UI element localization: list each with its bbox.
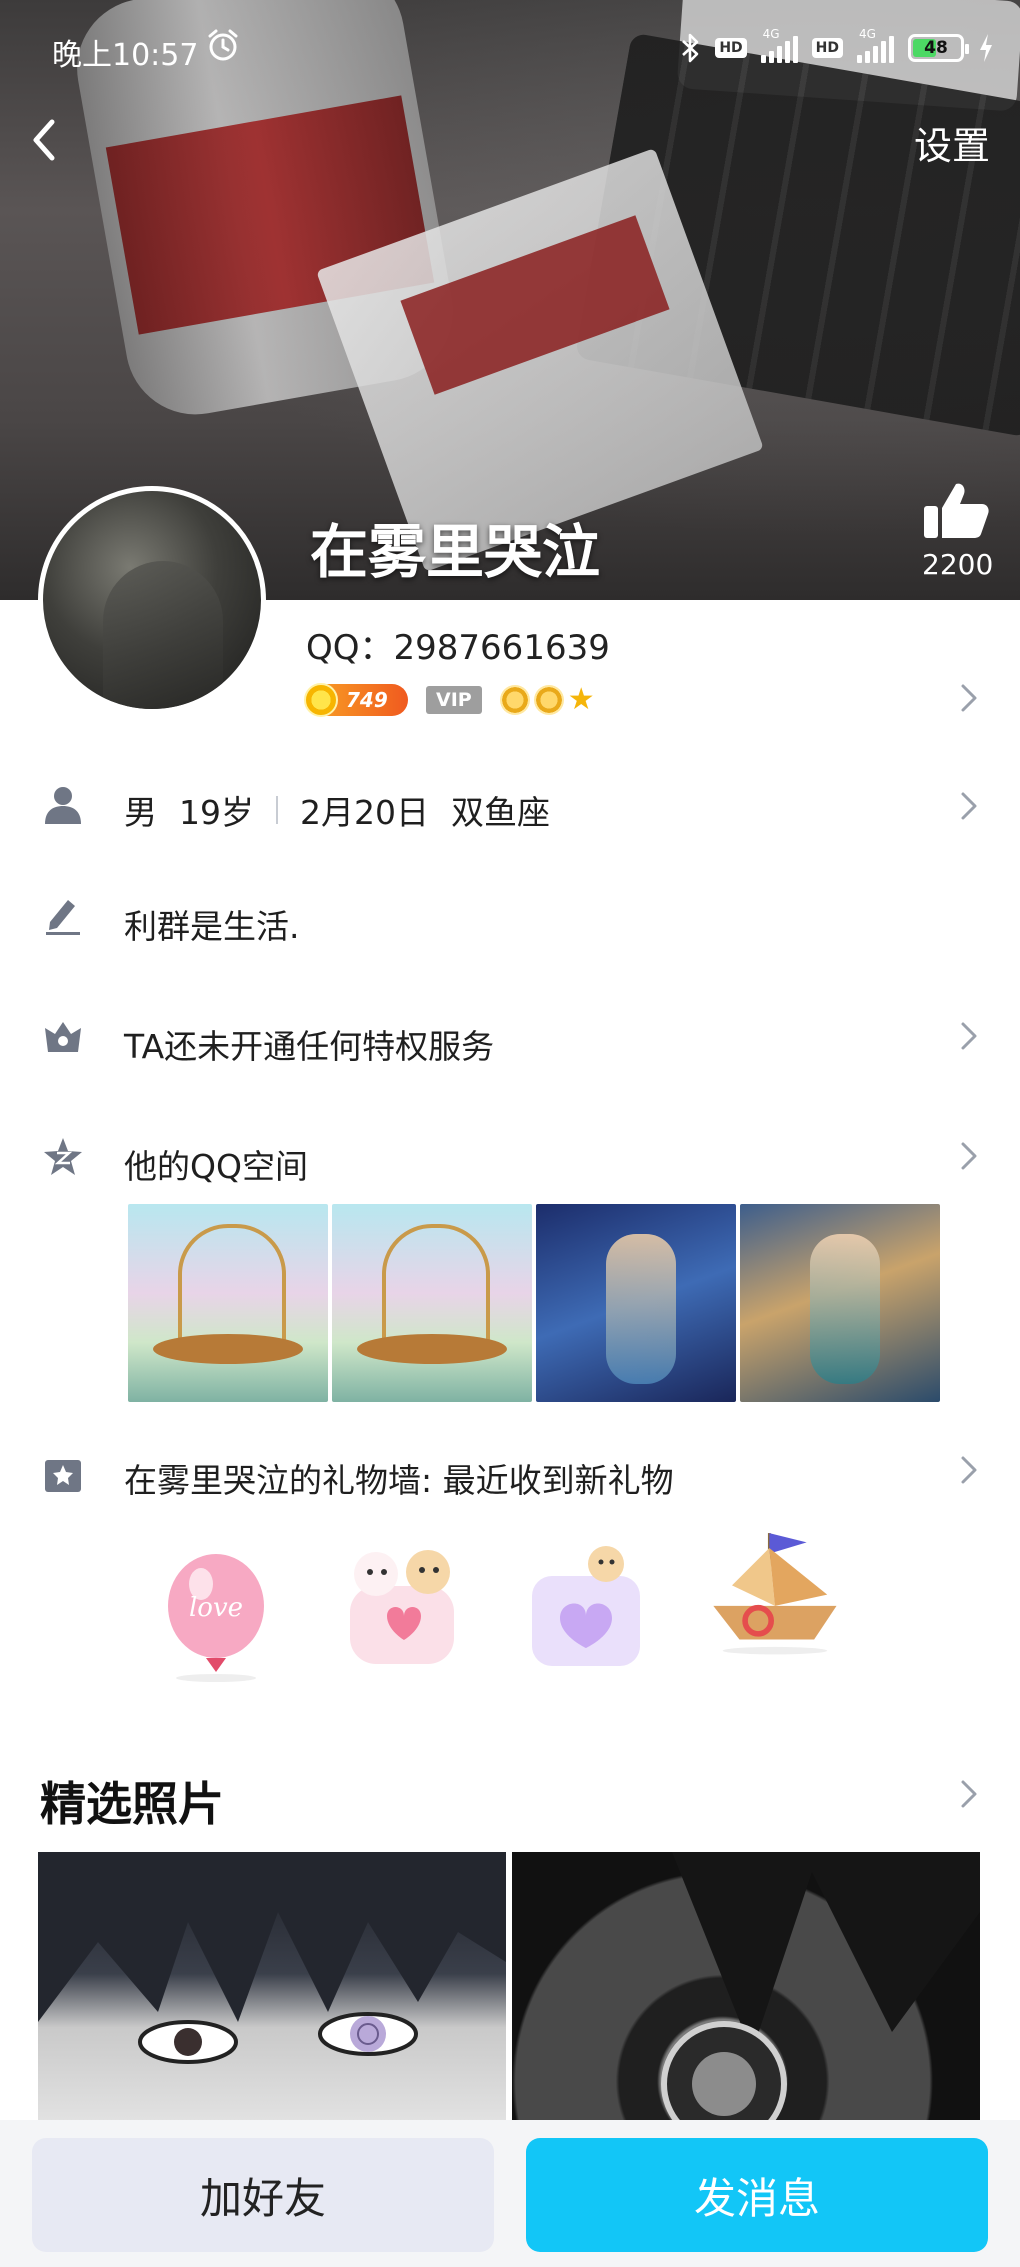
person-icon — [45, 787, 81, 824]
zodiac-text: 双鱼座 — [451, 793, 550, 832]
level-icons: ★ — [499, 682, 598, 717]
qq-number: QQ：2987661639 — [306, 628, 610, 668]
thumbnail-base-shape — [357, 1334, 507, 1364]
paper-boat-gift-icon[interactable] — [704, 1520, 844, 1660]
qzone-row[interactable]: 他的QQ空间 — [0, 1118, 1020, 1208]
signal-strength-icon: 4G — [760, 27, 798, 63]
bear-cushion-gift-icon[interactable] — [332, 1536, 472, 1676]
featured-photos-title: 精选照片 — [40, 1777, 224, 1831]
chevron-right-icon — [961, 1456, 977, 1484]
chevron-right-icon — [961, 792, 977, 820]
chevron-right-icon — [961, 1142, 977, 1170]
birthday-text: 2月20日 — [300, 793, 429, 832]
qzone-star-icon — [44, 1138, 82, 1175]
pencil-icon — [46, 900, 80, 935]
alarm-icon — [208, 29, 238, 61]
coin-level-badge: 749 — [304, 683, 408, 717]
status-time: 晚上10:57 — [52, 38, 199, 73]
sun-level-icon — [499, 685, 530, 715]
hd-badge: HD — [715, 38, 747, 58]
featured-photo-art — [38, 1852, 506, 2064]
star-level-icon: ★ — [567, 682, 595, 717]
thumbnail-base-shape — [153, 1334, 303, 1364]
featured-photo[interactable] — [512, 1852, 980, 2122]
privilege-row[interactable]: TA还未开通任何特权服务 — [0, 996, 1020, 1086]
balloon-gift-icon[interactable]: love — [146, 1544, 286, 1684]
signal-strength-icon-2: 4G — [857, 27, 894, 63]
gift-wall-row[interactable]: 在雾里哭泣的礼物墙: 最近收到新礼物 — [0, 1432, 1020, 1522]
crown-icon — [45, 1022, 81, 1052]
gift-list: love — [0, 1533, 1020, 1686]
age-text: 19岁 — [179, 793, 254, 832]
chevron-right-icon — [961, 1022, 977, 1050]
thumbnail-cage-shape — [178, 1224, 286, 1352]
bluetooth-icon — [682, 33, 699, 63]
network-type-label-2: 4G — [859, 27, 876, 41]
send-message-button[interactable]: 发消息 — [526, 2138, 988, 2252]
qzone-thumbnails[interactable] — [128, 1204, 940, 1402]
sun-level-icon — [533, 685, 564, 715]
signature-text: 利群是生活. — [124, 907, 300, 946]
like-count: 2200 — [922, 548, 994, 581]
chevron-right-icon[interactable] — [958, 682, 980, 714]
hd-badge-2: HD — [811, 38, 843, 58]
qzone-thumbnail[interactable] — [332, 1204, 532, 1402]
profile-nickname: 在雾里哭泣 — [310, 518, 601, 586]
chevron-right-icon[interactable] — [958, 1778, 980, 1810]
basic-info-text: 男 19岁 2月20日 双鱼座 — [124, 786, 550, 834]
charging-icon — [980, 34, 992, 62]
thumbs-up-icon[interactable] — [920, 480, 992, 542]
qzone-thumbnail[interactable] — [536, 1204, 736, 1402]
network-type-label: 4G — [762, 27, 780, 41]
battery-icon: 48 — [908, 34, 969, 62]
thumbnail-figure-shape — [606, 1234, 676, 1384]
heart-box-gift-icon[interactable] — [516, 1536, 656, 1676]
gift-icon — [45, 1460, 81, 1492]
coin-level-number: 749 — [346, 688, 388, 712]
gender-text: 男 — [124, 793, 157, 832]
featured-photo[interactable] — [38, 1852, 506, 2122]
level-badges[interactable]: 749 VIP ★ — [304, 680, 598, 720]
privilege-text: TA还未开通任何特权服务 — [124, 1027, 495, 1066]
balloon-love-text: love — [189, 1593, 243, 1623]
settings-button[interactable]: 设置 — [914, 115, 990, 170]
back-arrow-icon[interactable] — [20, 110, 70, 170]
info-divider — [276, 796, 278, 824]
status-icons: HD 4G HD 4G 48 — [679, 27, 994, 68]
qzone-text: 他的QQ空间 — [124, 1147, 308, 1186]
signature-row[interactable]: 利群是生活. — [0, 876, 1020, 966]
thumbnail-cage-shape — [382, 1224, 490, 1352]
basic-info-row[interactable]: 男 19岁 2月20日 双鱼座 — [0, 768, 1020, 858]
qzone-thumbnail[interactable] — [740, 1204, 940, 1402]
featured-photo-art — [512, 1852, 980, 2122]
add-friend-button[interactable]: 加好友 — [32, 2138, 494, 2252]
vip-badge: VIP — [426, 686, 482, 714]
gift-wall-text: 在雾里哭泣的礼物墙: 最近收到新礼物 — [124, 1461, 674, 1500]
thumbnail-figure-shape — [810, 1234, 880, 1384]
avatar[interactable] — [38, 486, 266, 714]
battery-percent: 48 — [924, 38, 948, 58]
avatar-figure-shape — [103, 561, 223, 709]
coin-icon — [304, 683, 338, 717]
qzone-thumbnail[interactable] — [128, 1204, 328, 1402]
